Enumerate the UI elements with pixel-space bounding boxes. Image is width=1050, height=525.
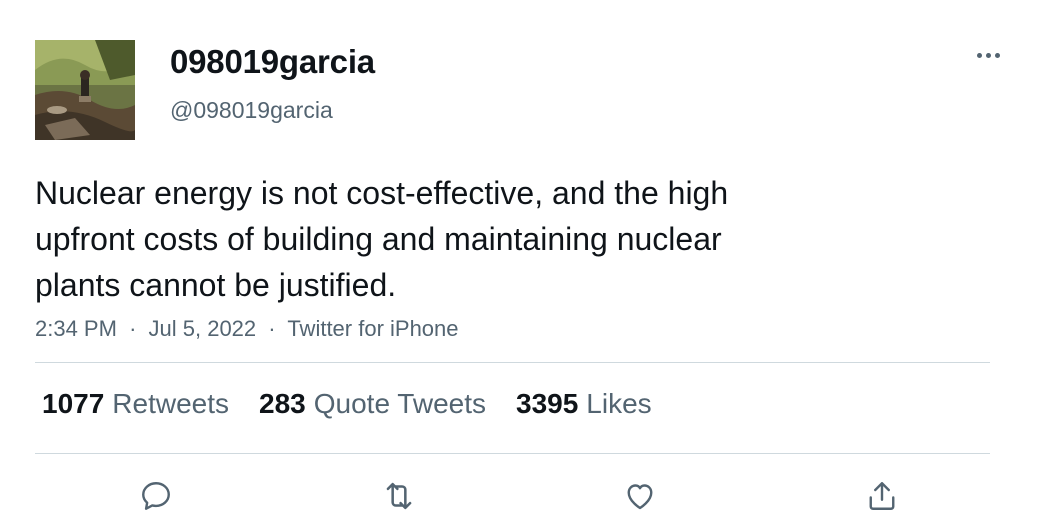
dot — [985, 52, 991, 58]
likes-label: Likes — [586, 388, 652, 419]
likes-count: 3395 — [516, 388, 579, 419]
like-button[interactable] — [620, 476, 660, 516]
retweets-count: 1077 — [42, 388, 105, 419]
share-icon — [869, 482, 895, 510]
more-options-icon[interactable] — [968, 40, 1008, 70]
action-bar — [0, 470, 1050, 520]
tweet-time[interactable]: 2:34 PM — [35, 316, 117, 341]
quote-tweets-label: Quote Tweets — [313, 388, 486, 419]
likes-stat[interactable]: 3395 Likes — [516, 388, 652, 420]
user-handle[interactable]: @098019garcia — [170, 97, 333, 124]
reply-icon — [142, 482, 170, 510]
retweets-label: Retweets — [112, 388, 230, 419]
tweet-card: 098019garcia @098019garcia Nuclear energ… — [0, 0, 1050, 525]
retweet-button[interactable] — [379, 476, 419, 516]
dot — [994, 52, 1000, 58]
tweet-source[interactable]: Twitter for iPhone — [287, 316, 458, 341]
profile-photo-icon — [35, 40, 135, 140]
meta-separator: · — [268, 316, 276, 341]
reply-button[interactable] — [136, 476, 176, 516]
share-button[interactable] — [862, 476, 902, 516]
tweet-text: Nuclear energy is not cost-effective, an… — [35, 175, 729, 303]
tweet-meta: 2:34 PM · Jul 5, 2022 · Twitter for iPho… — [35, 316, 459, 342]
avatar[interactable] — [35, 40, 135, 140]
display-name[interactable]: 098019garcia — [170, 43, 375, 81]
quote-tweets-count: 283 — [259, 388, 306, 419]
divider — [35, 453, 990, 454]
like-icon — [627, 484, 653, 510]
tweet-stats: 1077 Retweets 283 Quote Tweets 3395 Likes — [42, 388, 652, 420]
divider — [35, 362, 990, 363]
retweets-stat[interactable]: 1077 Retweets — [42, 388, 229, 420]
quote-tweets-stat[interactable]: 283 Quote Tweets — [259, 388, 486, 420]
meta-separator: · — [129, 316, 137, 341]
tweet-date[interactable]: Jul 5, 2022 — [149, 316, 257, 341]
retweet-icon — [386, 482, 412, 510]
dot — [976, 52, 982, 58]
